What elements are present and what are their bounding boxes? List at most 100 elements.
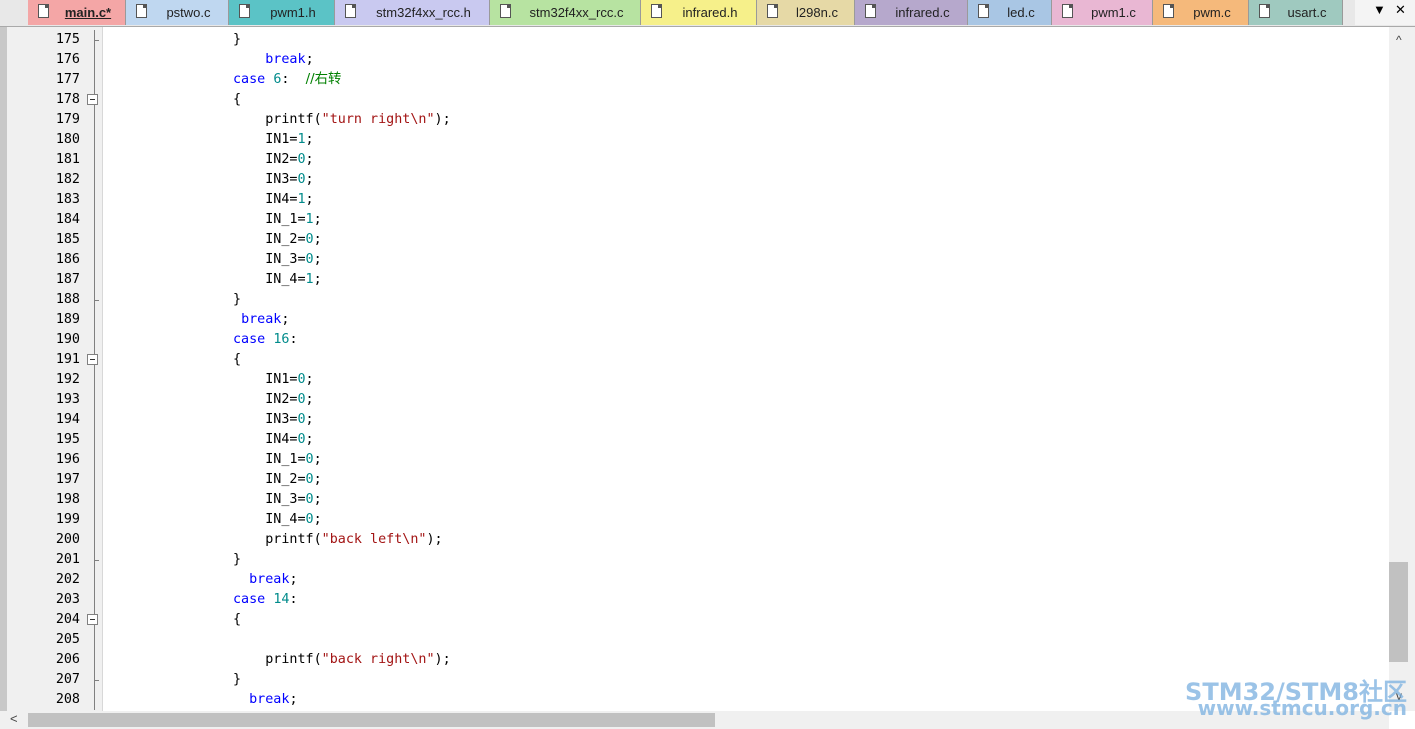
code-text: IN1=1; — [104, 130, 313, 150]
tab-pwm1-h[interactable]: pwm1.h — [229, 0, 335, 25]
line-number: 181 — [55, 152, 80, 167]
code-line[interactable]: 176 break; — [0, 50, 1389, 70]
code-token: ; — [313, 472, 322, 487]
code-token: IN_1= — [104, 212, 306, 227]
code-line[interactable]: 194 IN3=0; — [0, 410, 1389, 430]
code-text: printf("back right\n"); — [104, 650, 450, 670]
code-token: printf( — [104, 652, 322, 667]
code-line[interactable]: 204 { — [0, 610, 1389, 630]
line-number: 183 — [55, 192, 80, 207]
tab-pwm1-c[interactable]: pwm1.c — [1052, 0, 1153, 25]
tab-infrared-c[interactable]: infrared.c — [855, 0, 968, 25]
fold-guide — [94, 490, 95, 510]
code-line[interactable]: 190 case 16: — [0, 330, 1389, 350]
tab-pwm-c[interactable]: pwm.c — [1153, 0, 1249, 25]
code-line[interactable]: 191 { — [0, 350, 1389, 370]
code-line[interactable]: 207 } — [0, 670, 1389, 690]
code-token: ; — [305, 152, 314, 167]
line-number: 199 — [55, 512, 80, 527]
code-line[interactable]: 196 IN_1=0; — [0, 450, 1389, 470]
line-number: 200 — [55, 532, 80, 547]
tab-l298n-c[interactable]: l298n.c — [757, 0, 855, 25]
tab-main-c[interactable]: main.c* — [28, 0, 126, 25]
collapse-icon[interactable] — [87, 354, 98, 365]
code-line[interactable]: 200 printf("back left\n"); — [0, 530, 1389, 550]
code-token: IN4= — [104, 192, 298, 207]
code-line[interactable]: 189 break; — [0, 310, 1389, 330]
line-number: 190 — [55, 332, 80, 347]
code-line[interactable]: 177 case 6: //右转 — [0, 70, 1389, 90]
collapse-icon[interactable] — [87, 94, 98, 105]
line-number: 179 — [55, 112, 80, 127]
tab-dropdown-icon[interactable]: ▼ — [1373, 2, 1386, 17]
code-token: IN2= — [104, 152, 298, 167]
tab-stm32f4xx-rcc-h[interactable]: stm32f4xx_rcc.h — [335, 0, 490, 25]
code-text: break; — [104, 50, 313, 70]
code-line[interactable]: 182 IN3=0; — [0, 170, 1389, 190]
code-line[interactable]: 206 printf("back right\n"); — [0, 650, 1389, 670]
tab-usart-c[interactable]: usart.c — [1249, 0, 1343, 25]
code-token: IN3= — [104, 412, 298, 427]
code-token: { — [104, 612, 242, 627]
code-token: { — [104, 92, 242, 107]
vertical-scroll-thumb[interactable] — [1389, 562, 1408, 662]
fold-guide — [94, 110, 95, 130]
code-line[interactable]: 188 } — [0, 290, 1389, 310]
scroll-left-icon[interactable]: < — [10, 711, 18, 726]
code-text: { — [104, 90, 241, 110]
tab-led-c[interactable]: led.c — [968, 0, 1052, 25]
tab-label: pstwo.c — [166, 5, 211, 20]
code-line[interactable]: 181 IN2=0; — [0, 150, 1389, 170]
code-line[interactable]: 198 IN_3=0; — [0, 490, 1389, 510]
code-line[interactable]: 183 IN4=1; — [0, 190, 1389, 210]
tab-label: stm32f4xx_rcc.h — [376, 5, 471, 20]
code-line[interactable]: 178 { — [0, 90, 1389, 110]
code-line[interactable]: 193 IN2=0; — [0, 390, 1389, 410]
code-text: case 16: — [104, 330, 298, 350]
fold-guide — [94, 590, 95, 610]
code-line[interactable]: 192 IN1=0; — [0, 370, 1389, 390]
comment-token: //右转 — [305, 72, 342, 87]
code-token: printf( — [104, 532, 322, 547]
code-line[interactable]: 202 break; — [0, 570, 1389, 590]
line-number: 175 — [55, 32, 80, 47]
close-icon[interactable]: ✕ — [1395, 2, 1406, 18]
code-line[interactable]: 208 break; — [0, 690, 1389, 710]
code-line[interactable]: 186 IN_3=0; — [0, 250, 1389, 270]
line-number: 185 — [55, 232, 80, 247]
tab-pstwo-c[interactable]: pstwo.c — [126, 0, 229, 25]
code-line[interactable]: 185 IN_2=0; — [0, 230, 1389, 250]
code-line[interactable]: 187 IN_4=1; — [0, 270, 1389, 290]
line-number: 193 — [55, 392, 80, 407]
code-line[interactable]: 175 } — [0, 30, 1389, 50]
line-number: 197 — [55, 472, 80, 487]
horizontal-scroll-thumb[interactable] — [28, 713, 715, 727]
code-line[interactable]: 179 printf("turn right\n"); — [0, 110, 1389, 130]
tab-infrared-h[interactable]: infrared.h — [641, 0, 757, 25]
tab-stm32f4xx-rcc-c[interactable]: stm32f4xx_rcc.c — [490, 0, 641, 25]
file-icon — [865, 4, 876, 18]
code-line[interactable]: 199 IN_4=0; — [0, 510, 1389, 530]
code-line[interactable]: 205 — [0, 630, 1389, 650]
code-token: IN2= — [104, 392, 298, 407]
scroll-up-icon[interactable]: ^ — [1396, 33, 1402, 47]
code-line[interactable]: 195 IN4=0; — [0, 430, 1389, 450]
code-line[interactable]: 203 case 14: — [0, 590, 1389, 610]
number-token: 1 — [297, 192, 306, 207]
number-token: 0 — [305, 492, 314, 507]
code-line[interactable]: 201 } — [0, 550, 1389, 570]
code-line[interactable]: 197 IN_2=0; — [0, 470, 1389, 490]
keyword-token: break — [249, 692, 290, 707]
code-token: ; — [305, 392, 314, 407]
fold-guide — [94, 650, 95, 670]
code-token: printf( — [104, 112, 322, 127]
file-icon — [345, 4, 356, 18]
code-line[interactable]: 184 IN_1=1; — [0, 210, 1389, 230]
number-token: 0 — [305, 232, 314, 247]
code-line[interactable]: 180 IN1=1; — [0, 130, 1389, 150]
line-number: 191 — [55, 352, 80, 367]
collapse-icon[interactable] — [87, 614, 98, 625]
